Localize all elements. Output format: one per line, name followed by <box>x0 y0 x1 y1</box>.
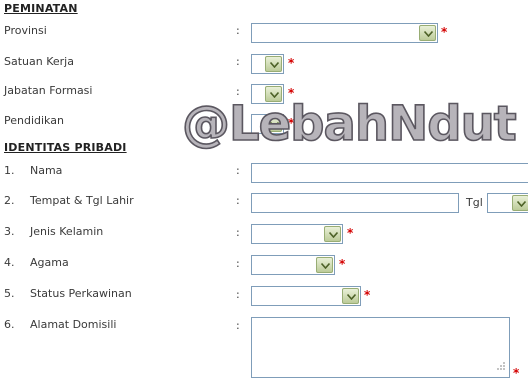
chevron-down-icon[interactable] <box>265 56 282 72</box>
chevron-down-icon[interactable] <box>512 195 528 211</box>
jenis-kelamin-label: Jenis Kelamin <box>30 225 104 238</box>
ttl-number: 2. <box>4 194 15 207</box>
agama-colon: : <box>236 257 240 270</box>
provinsi-select[interactable] <box>251 23 438 43</box>
pendidikan-label: Pendidikan <box>4 114 64 127</box>
nama-label: Nama <box>30 164 63 177</box>
provinsi-colon: : <box>236 24 240 37</box>
status-perkawinan-select[interactable] <box>251 286 361 306</box>
jabatan-formasi-select[interactable] <box>251 84 284 104</box>
status-perkawinan-label: Status Perkawinan <box>30 287 132 300</box>
status-perkawinan-number: 5. <box>4 287 15 300</box>
satuan-kerja-colon: : <box>236 55 240 68</box>
pendidikan-select[interactable] <box>251 114 284 134</box>
nama-colon: : <box>236 164 240 177</box>
alamat-textarea[interactable] <box>251 317 510 378</box>
provinsi-label: Provinsi <box>4 24 47 37</box>
alamat-number: 6. <box>4 318 15 331</box>
required-marker: * <box>513 366 520 380</box>
nama-number: 1. <box>4 164 15 177</box>
agama-number: 4. <box>4 256 15 269</box>
jabatan-formasi-colon: : <box>236 85 240 98</box>
chevron-down-icon[interactable] <box>316 257 333 273</box>
required-marker: * <box>288 116 295 130</box>
status-perkawinan-colon: : <box>236 288 240 301</box>
tgl-label: Tgl <box>466 196 483 209</box>
required-marker: * <box>364 288 371 302</box>
satuan-kerja-select[interactable] <box>251 54 284 74</box>
required-marker: * <box>441 25 448 39</box>
required-marker: * <box>347 226 354 240</box>
agama-select[interactable] <box>251 255 335 275</box>
tempat-lahir-input[interactable] <box>251 193 459 213</box>
satuan-kerja-label: Satuan Kerja <box>4 55 74 68</box>
alamat-colon: : <box>236 319 240 332</box>
chevron-down-icon[interactable] <box>265 86 282 102</box>
pendidikan-colon: : <box>236 115 240 128</box>
nama-input[interactable] <box>251 163 528 183</box>
section-title-peminatan: PEMINATAN <box>4 2 78 15</box>
watermark-text: @LebahNdut <box>181 96 517 152</box>
jenis-kelamin-select[interactable] <box>251 224 343 244</box>
ttl-label: Tempat & Tgl Lahir <box>30 194 134 207</box>
section-title-identitas: IDENTITAS PRIBADI <box>4 141 127 154</box>
required-marker: * <box>288 86 295 100</box>
jenis-kelamin-number: 3. <box>4 225 15 238</box>
required-marker: * <box>288 56 295 70</box>
resize-grip-icon[interactable] <box>496 361 506 374</box>
alamat-label: Alamat Domisili <box>30 318 117 331</box>
jabatan-formasi-label: Jabatan Formasi <box>4 84 93 97</box>
chevron-down-icon[interactable] <box>324 226 341 242</box>
required-marker: * <box>339 257 346 271</box>
tgl-select[interactable] <box>487 193 528 213</box>
jenis-kelamin-colon: : <box>236 226 240 239</box>
agama-label: Agama <box>30 256 69 269</box>
ttl-colon: : <box>236 194 240 207</box>
chevron-down-icon[interactable] <box>419 25 436 41</box>
chevron-down-icon[interactable] <box>265 116 282 132</box>
chevron-down-icon[interactable] <box>342 288 359 304</box>
